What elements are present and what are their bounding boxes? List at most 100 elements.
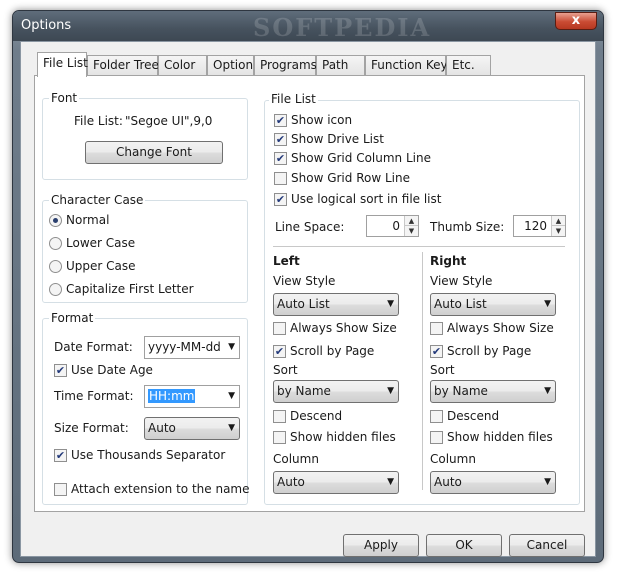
- line-space-label: Line Space:: [275, 220, 345, 234]
- left-column-value: Auto: [277, 475, 305, 489]
- time-format-label: Time Format:: [54, 389, 134, 403]
- checkbox-checked-icon: ✔: [54, 363, 67, 377]
- format-group: Format Date Format: yyyy-MM-dd ▼ ✔ Use Dat…: [42, 311, 250, 505]
- dialog-client: File List Folder Tree Color Option Progr…: [20, 41, 596, 557]
- left-scroll-by-page-checkbox[interactable]: ✔ Scroll by Page: [273, 344, 374, 358]
- title-bar[interactable]: Options SOFTPEDIA x: [13, 11, 603, 42]
- softpedia-watermark: SOFTPEDIA: [253, 13, 432, 42]
- show-drive-list-checkbox[interactable]: ✔ Show Drive List: [274, 132, 384, 146]
- left-sort-value: by Name: [277, 384, 331, 398]
- dropdown-arrow-icon: ▼: [387, 477, 394, 487]
- tab-path[interactable]: Path: [316, 55, 365, 76]
- font-group: Font File List: "Segoe UI",9,0 Change Fo…: [42, 91, 248, 180]
- left-scroll-by-page-label: Scroll by Page: [290, 344, 375, 358]
- right-view-style-label: View Style: [430, 274, 493, 288]
- right-descend-label: Descend: [447, 409, 500, 423]
- tab-file-list[interactable]: File List: [37, 52, 88, 77]
- show-icon-label: Show icon: [291, 113, 353, 127]
- change-font-button[interactable]: Change Font: [85, 141, 223, 164]
- radio-lower-case[interactable]: Lower Case: [49, 236, 135, 250]
- show-grid-row-label: Show Grid Row Line: [291, 171, 410, 185]
- attach-extension-label: Attach extension to the name: [71, 482, 250, 496]
- radio-selected-icon: [49, 213, 62, 227]
- character-case-title: Character Case: [49, 193, 146, 207]
- right-column-combo[interactable]: Auto ▼: [430, 471, 556, 494]
- checkbox-icon: [274, 171, 287, 185]
- tab-color[interactable]: Color: [158, 55, 207, 76]
- right-always-show-size-checkbox[interactable]: Always Show Size: [430, 321, 554, 335]
- time-format-combo[interactable]: HH:mm ▼: [144, 385, 240, 408]
- right-always-show-size-label: Always Show Size: [447, 321, 554, 335]
- left-view-style-combo[interactable]: Auto List ▼: [273, 293, 399, 316]
- radio-lower-case-label: Lower Case: [66, 236, 136, 250]
- radio-icon: [49, 259, 62, 273]
- checkbox-checked-icon: ✔: [273, 344, 286, 358]
- left-descend-checkbox[interactable]: Descend: [273, 409, 342, 423]
- left-column-combo[interactable]: Auto ▼: [273, 471, 399, 494]
- use-date-age-checkbox[interactable]: ✔ Use Date Age: [54, 363, 153, 377]
- right-view-style-combo[interactable]: Auto List ▼: [430, 293, 556, 316]
- right-show-hidden-checkbox[interactable]: Show hidden files: [430, 430, 553, 444]
- thousands-separator-label: Use Thousands Separator: [71, 448, 226, 462]
- size-format-value: Auto: [148, 421, 176, 435]
- checkbox-checked-icon: ✔: [274, 132, 287, 146]
- right-show-hidden-label: Show hidden files: [447, 430, 553, 444]
- logical-sort-checkbox[interactable]: ✔ Use logical sort in file list: [274, 192, 441, 206]
- left-sort-combo[interactable]: by Name ▼: [273, 380, 399, 403]
- logical-sort-label: Use logical sort in file list: [291, 192, 442, 206]
- thousands-separator-checkbox[interactable]: ✔ Use Thousands Separator: [54, 448, 225, 462]
- date-format-label: Date Format:: [54, 340, 133, 354]
- radio-capitalize-label: Capitalize First Letter: [66, 282, 194, 296]
- left-column-label: Column: [273, 452, 319, 466]
- checkbox-checked-icon: ✔: [54, 448, 67, 462]
- radio-normal[interactable]: Normal: [49, 213, 109, 227]
- right-descend-checkbox[interactable]: Descend: [430, 409, 499, 423]
- ok-button[interactable]: OK: [426, 534, 502, 557]
- left-always-show-size-checkbox[interactable]: Always Show Size: [273, 321, 397, 335]
- dropdown-arrow-icon: ▼: [544, 299, 551, 309]
- show-grid-row-checkbox[interactable]: Show Grid Row Line: [274, 171, 410, 185]
- radio-upper-case-label: Upper Case: [66, 259, 136, 273]
- spin-down-icon[interactable]: ▼: [552, 226, 565, 236]
- right-title: Right: [430, 254, 467, 268]
- right-column-label: Column: [430, 452, 476, 466]
- show-grid-column-checkbox[interactable]: ✔ Show Grid Column Line: [274, 151, 431, 165]
- tab-function-key[interactable]: Function Key: [365, 55, 448, 76]
- line-space-spinner[interactable]: 0 ▲ ▼: [366, 215, 419, 237]
- thumb-size-value: 120: [524, 219, 547, 233]
- close-button[interactable]: x: [555, 12, 597, 30]
- file-list-group-title: File List: [269, 92, 318, 106]
- dropdown-arrow-icon: ▼: [228, 391, 235, 401]
- tab-folder-tree[interactable]: Folder Tree: [87, 55, 159, 76]
- left-descend-label: Descend: [290, 409, 343, 423]
- checkbox-icon: [273, 430, 286, 444]
- left-view-style-value: Auto List: [277, 297, 330, 311]
- dropdown-arrow-icon: ▼: [228, 342, 235, 352]
- spin-up-icon[interactable]: ▲: [552, 216, 565, 226]
- right-view-style-value: Auto List: [434, 297, 487, 311]
- attach-extension-checkbox[interactable]: Attach extension to the name: [54, 482, 250, 496]
- spin-up-icon[interactable]: ▲: [405, 216, 418, 226]
- checkbox-icon: [273, 321, 286, 335]
- tab-programs[interactable]: Programs: [254, 55, 317, 76]
- tab-option[interactable]: Option: [207, 55, 254, 76]
- thumb-size-spinner[interactable]: 120 ▲ ▼: [513, 215, 566, 237]
- right-sort-combo[interactable]: by Name ▼: [430, 380, 556, 403]
- line-space-value: 0: [392, 219, 400, 233]
- tab-etc[interactable]: Etc.: [446, 55, 491, 76]
- right-sort-value: by Name: [434, 384, 488, 398]
- cancel-button[interactable]: Cancel: [509, 534, 585, 557]
- date-format-combo[interactable]: yyyy-MM-dd ▼: [144, 336, 240, 359]
- apply-button[interactable]: Apply: [343, 534, 419, 557]
- left-show-hidden-checkbox[interactable]: Show hidden files: [273, 430, 396, 444]
- use-date-age-label: Use Date Age: [71, 363, 153, 377]
- show-grid-column-label: Show Grid Column Line: [291, 151, 431, 165]
- right-sort-label: Sort: [430, 363, 455, 377]
- right-scroll-by-page-checkbox[interactable]: ✔ Scroll by Page: [430, 344, 531, 358]
- radio-upper-case[interactable]: Upper Case: [49, 259, 136, 273]
- size-format-combo[interactable]: Auto ▼: [144, 417, 240, 440]
- spin-down-icon[interactable]: ▼: [405, 226, 418, 236]
- show-icon-checkbox[interactable]: ✔ Show icon: [274, 113, 352, 127]
- radio-capitalize[interactable]: Capitalize First Letter: [49, 282, 194, 296]
- character-case-group: Character Case Normal Lower Case Upper C…: [42, 193, 248, 303]
